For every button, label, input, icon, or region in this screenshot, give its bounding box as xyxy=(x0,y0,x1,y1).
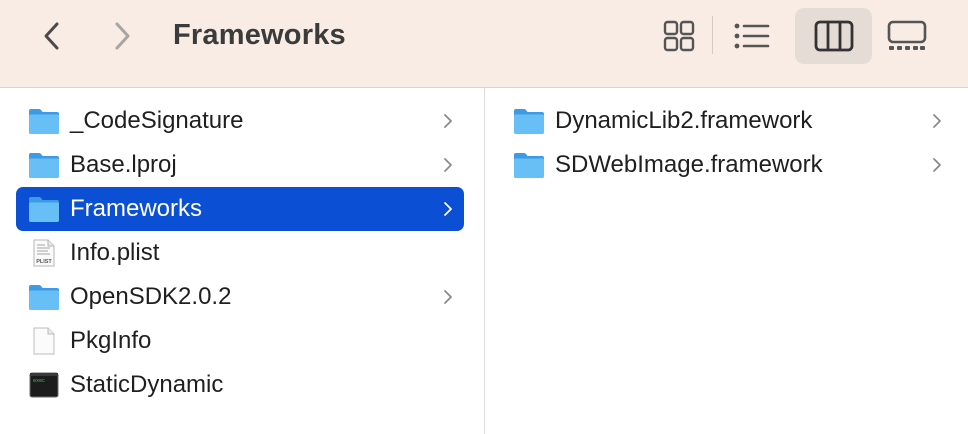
chevron-right-icon xyxy=(115,22,130,50)
folder-icon xyxy=(29,197,59,222)
plist-file-icon: PLIST xyxy=(33,239,55,267)
folder-icon xyxy=(29,285,59,310)
chevron-right-icon xyxy=(933,114,941,128)
chevron-right-icon xyxy=(444,290,452,304)
terminal-exec-icon: exec xyxy=(29,372,59,398)
grid-icon xyxy=(663,20,695,52)
back-button[interactable] xyxy=(30,14,74,58)
item-label: Base.lproj xyxy=(70,151,177,178)
column-view-button[interactable] xyxy=(795,8,872,64)
list-icon xyxy=(734,23,770,49)
chevron-right-icon xyxy=(444,158,452,172)
toolbar-separator xyxy=(712,16,713,54)
list-item-dynamiclib2-framework[interactable]: DynamicLib2.framework xyxy=(501,99,953,143)
chevron-right-icon xyxy=(933,158,941,172)
folder-icon xyxy=(514,153,544,178)
item-label: OpenSDK2.0.2 xyxy=(70,283,232,310)
columns-icon xyxy=(814,20,853,52)
list-item-info-plist[interactable]: PLIST Info.plist xyxy=(16,231,464,275)
item-label: StaticDynamic xyxy=(70,371,224,398)
folder-icon xyxy=(29,153,59,178)
browser-column-2: DynamicLib2.framework SDWebImage.framewo… xyxy=(485,88,968,434)
window-title: Frameworks xyxy=(173,19,346,51)
list-item-sdwebimage-framework[interactable]: SDWebImage.framework xyxy=(501,143,953,187)
gallery-view-button[interactable] xyxy=(871,8,943,64)
forward-button[interactable] xyxy=(100,14,144,58)
document-icon xyxy=(33,327,55,355)
browser-column-1: _CodeSignature Base.lproj Frameworks PLI… xyxy=(0,88,485,434)
item-label: _CodeSignature xyxy=(70,107,244,134)
list-item-pkginfo[interactable]: PkgInfo xyxy=(16,319,464,363)
list-view-button[interactable] xyxy=(716,8,788,64)
list-item-staticdynamic[interactable]: exec StaticDynamic xyxy=(16,363,464,407)
icon-view-button[interactable] xyxy=(643,8,715,64)
item-label: DynamicLib2.framework xyxy=(555,107,813,134)
list-item-frameworks[interactable]: Frameworks xyxy=(16,187,464,231)
folder-icon xyxy=(514,109,544,134)
chevron-right-icon xyxy=(444,202,452,216)
finder-window: Frameworks _CodeSignature Base.lproj Fra… xyxy=(0,0,968,434)
item-label: PkgInfo xyxy=(70,327,152,354)
item-label: SDWebImage.framework xyxy=(555,151,823,178)
list-item-codesignature[interactable]: _CodeSignature xyxy=(16,99,464,143)
list-item-opensdk[interactable]: OpenSDK2.0.2 xyxy=(16,275,464,319)
folder-icon xyxy=(29,109,59,134)
chevron-right-icon xyxy=(444,114,452,128)
item-label: Frameworks xyxy=(70,195,203,222)
svg-text:PLIST: PLIST xyxy=(36,259,52,265)
item-label: Info.plist xyxy=(70,239,160,266)
chevron-left-icon xyxy=(44,22,59,50)
list-item-base-lproj[interactable]: Base.lproj xyxy=(16,143,464,187)
svg-text:exec: exec xyxy=(33,378,45,384)
toolbar: Frameworks xyxy=(0,0,968,88)
gallery-icon xyxy=(887,20,927,50)
